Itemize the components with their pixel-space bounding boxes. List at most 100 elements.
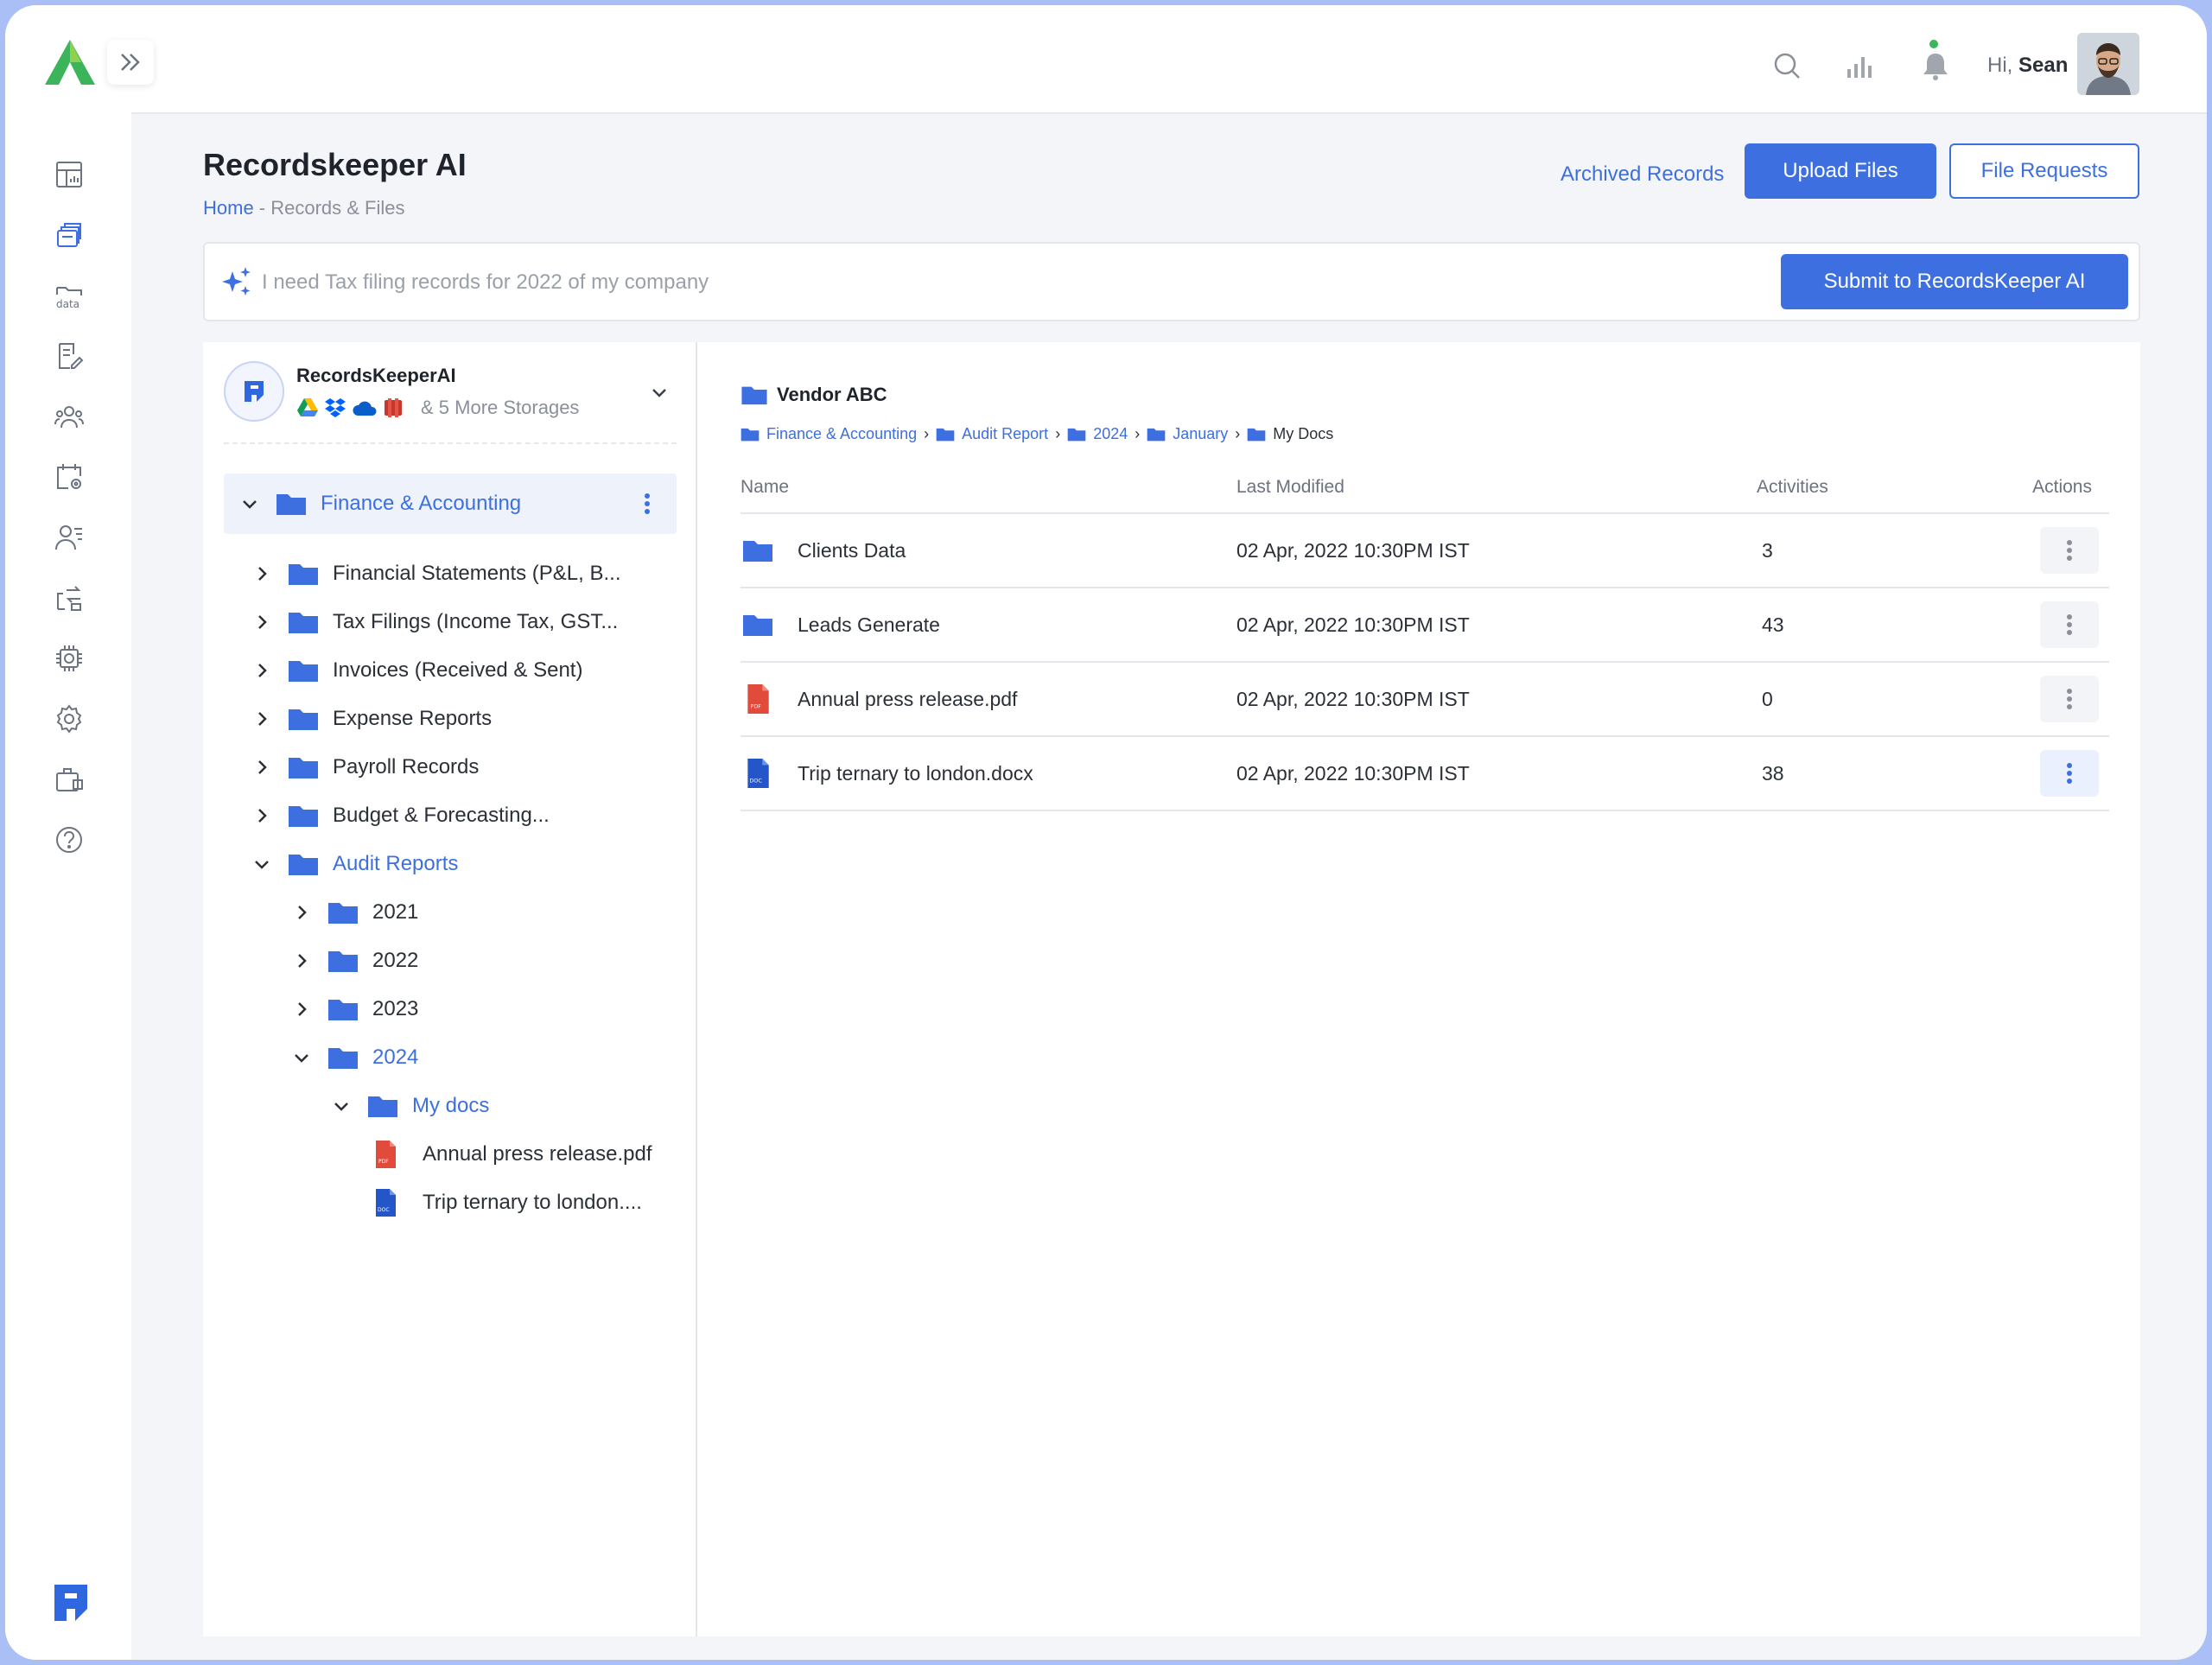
column-last-modified[interactable]: Last Modified [1236, 472, 1757, 514]
notification-bell-icon[interactable] [1920, 50, 1951, 81]
team-icon[interactable] [54, 401, 85, 432]
table-row[interactable]: Leads Generate 02 Apr, 2022 10:30PM IST … [741, 588, 2109, 663]
crumb-2024[interactable]: 2024 [1067, 425, 1128, 443]
transfer-icon[interactable] [54, 582, 85, 613]
search-icon[interactable] [1771, 50, 1802, 81]
row-name[interactable]: Clients Data [798, 539, 906, 562]
records-icon[interactable] [54, 219, 85, 251]
tree-item-label: 2024 [372, 1045, 419, 1069]
user-greeting: Hi, Sean [1987, 54, 2068, 78]
crumb-label: Audit Report [962, 425, 1049, 442]
tree-item-year-2024[interactable]: 2024 [291, 1040, 418, 1075]
file-list-panel: Vendor ABC Finance & Accounting › Audit … [697, 342, 2140, 1636]
breadcrumb: Home - Records & Files [203, 197, 405, 219]
chevron-right-icon[interactable] [251, 563, 272, 584]
kebab-menu-icon[interactable] [644, 493, 651, 515]
documents-edit-icon[interactable] [54, 340, 85, 372]
table-row[interactable]: PDF Annual press release.pdf 02 Apr, 202… [741, 662, 2109, 737]
crumb-audit-report[interactable]: Audit Report [936, 425, 1048, 443]
tree-item-label: My docs [412, 1094, 490, 1117]
crumb-january[interactable]: January [1147, 425, 1228, 443]
row-name[interactable]: Annual press release.pdf [798, 688, 1017, 711]
processor-icon[interactable] [54, 643, 85, 674]
column-activities[interactable]: Activities [1757, 472, 1981, 514]
table-header-row: Name Last Modified Activities Actions [741, 472, 2109, 514]
tree-item-year-2021[interactable]: 2021 [291, 895, 418, 930]
row-actions-button[interactable] [2040, 750, 2099, 797]
column-name[interactable]: Name [741, 472, 1236, 514]
tree-file-annual-press-release[interactable]: PDF Annual press release.pdf [374, 1137, 652, 1172]
tree-item-audit-reports[interactable]: Audit Reports [251, 847, 458, 881]
tree-item-budget-forecasting[interactable]: Budget & Forecasting... [251, 798, 550, 833]
ai-prompt-input[interactable] [262, 257, 1817, 308]
user-list-icon[interactable] [54, 522, 85, 553]
chevron-right-icon[interactable] [291, 999, 312, 1020]
table-row[interactable]: Clients Data 02 Apr, 2022 10:30PM IST 3 [741, 513, 2109, 588]
chevron-right-icon[interactable] [251, 660, 272, 681]
breadcrumb-home-link[interactable]: Home [203, 197, 254, 219]
folder-icon [289, 709, 318, 730]
row-modified: 02 Apr, 2022 10:30PM IST [1236, 736, 1757, 811]
doc-file-icon: DOC [747, 759, 769, 788]
chevron-right-icon[interactable] [251, 709, 272, 729]
calendar-settings-icon[interactable] [54, 461, 85, 493]
chevron-right-icon[interactable] [291, 902, 312, 923]
chevron-right-icon[interactable] [251, 612, 272, 632]
archived-records-link[interactable]: Archived Records [1560, 162, 1724, 187]
avatar[interactable] [2077, 33, 2139, 95]
tree-item-expense-reports[interactable]: Expense Reports [251, 702, 492, 736]
tree-item-tax-filings[interactable]: Tax Filings (Income Tax, GST... [251, 605, 618, 639]
folder-icon [289, 758, 318, 778]
crumb-label: My Docs [1273, 425, 1334, 442]
tree-item-year-2022[interactable]: 2022 [291, 944, 418, 978]
chevron-down-icon[interactable] [649, 382, 670, 403]
files-table: Name Last Modified Activities Actions Cl… [741, 472, 2109, 811]
chevron-down-icon[interactable] [291, 1047, 312, 1068]
chevron-right-icon[interactable] [291, 950, 312, 971]
tree-item-label: Payroll Records [333, 755, 480, 778]
tree-item-payroll-records[interactable]: Payroll Records [251, 750, 479, 785]
dashboard-icon[interactable] [54, 159, 85, 190]
kebab-menu-icon [2067, 689, 2072, 709]
chevron-down-icon[interactable] [251, 854, 272, 874]
folder-breadcrumb: Finance & Accounting › Audit Report › 20… [741, 425, 1333, 443]
tree-file-trip-ternary[interactable]: DOC Trip ternary to london.... [374, 1185, 642, 1220]
table-row[interactable]: DOC Trip ternary to london.docx 02 Apr, … [741, 736, 2109, 811]
tree-item-my-docs[interactable]: My docs [331, 1089, 489, 1123]
crumb-finance[interactable]: Finance & Accounting [741, 425, 917, 443]
expand-sidebar-button[interactable] [107, 40, 154, 85]
folder-tree-panel: RecordsKeeperAI & 5 More Storages Financ… [203, 342, 697, 1636]
chevron-right-icon[interactable] [251, 757, 272, 778]
folder-icon [936, 428, 955, 442]
submit-to-ai-button[interactable]: Submit to RecordsKeeper AI [1781, 254, 2128, 309]
chevron-right-icon[interactable] [251, 805, 272, 826]
tree-item-financial-statements[interactable]: Financial Statements (P&L, B... [251, 556, 620, 591]
crumb-label: Finance & Accounting [766, 425, 918, 442]
file-requests-button[interactable]: File Requests [1949, 143, 2139, 199]
notification-dot [1929, 40, 1938, 48]
help-icon[interactable] [54, 824, 85, 855]
google-drive-icon [297, 398, 318, 416]
settings-icon[interactable] [54, 703, 85, 734]
chevron-down-icon[interactable] [239, 493, 260, 514]
row-name[interactable]: Trip ternary to london.docx [798, 762, 1033, 785]
tree-root-finance[interactable]: Finance & Accounting [224, 473, 677, 534]
data-folder-icon[interactable]: data [54, 280, 85, 311]
analytics-icon[interactable] [1844, 50, 1875, 81]
tree-item-invoices[interactable]: Invoices (Received & Sent) [251, 653, 582, 688]
row-name[interactable]: Leads Generate [798, 613, 940, 637]
crumb-label: 2024 [1093, 425, 1128, 442]
folder-icon [289, 613, 318, 633]
storage-selector[interactable]: RecordsKeeperAI & 5 More Storages [224, 361, 677, 444]
recordskeeper-logo-icon[interactable] [53, 1583, 89, 1623]
row-actions-button[interactable] [2040, 527, 2099, 574]
tree-item-year-2023[interactable]: 2023 [291, 992, 418, 1026]
folder-icon [1147, 428, 1166, 442]
app-logo-icon[interactable] [43, 38, 97, 86]
folder-icon [743, 541, 772, 562]
row-actions-button[interactable] [2040, 676, 2099, 722]
upload-files-button[interactable]: Upload Files [1745, 143, 1936, 199]
chevron-down-icon[interactable] [331, 1096, 352, 1116]
briefcase-icon[interactable] [54, 764, 85, 795]
row-actions-button[interactable] [2040, 601, 2099, 648]
